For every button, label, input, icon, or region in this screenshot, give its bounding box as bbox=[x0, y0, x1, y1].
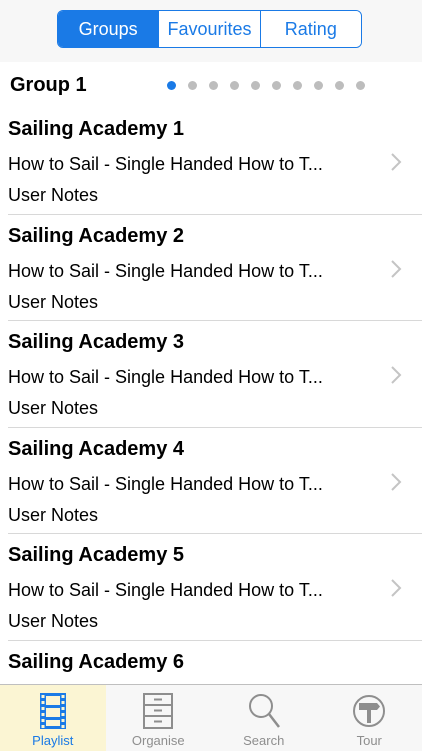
signpost-icon bbox=[351, 691, 387, 731]
item-notes: User Notes bbox=[8, 185, 98, 206]
tab-playlist[interactable]: Playlist bbox=[0, 685, 106, 751]
page-dot bbox=[167, 81, 176, 90]
page-dot bbox=[209, 81, 218, 90]
list-item[interactable]: Sailing Academy 4 How to Sail - Single H… bbox=[8, 428, 422, 535]
item-title: Sailing Academy 2 bbox=[8, 225, 184, 248]
page-dot bbox=[188, 81, 197, 90]
item-subtitle: How to Sail - Single Handed How to T... bbox=[8, 154, 353, 175]
segmented-control: Groups Favourites Rating bbox=[57, 10, 362, 48]
item-title: Sailing Academy 4 bbox=[8, 438, 184, 461]
segment-bar: Groups Favourites Rating bbox=[0, 0, 422, 62]
item-title: Sailing Academy 6 bbox=[8, 651, 184, 674]
segment-groups[interactable]: Groups bbox=[58, 11, 158, 47]
chevron-right-icon bbox=[388, 259, 404, 279]
item-title: Sailing Academy 3 bbox=[8, 331, 184, 354]
item-title: Sailing Academy 5 bbox=[8, 544, 184, 567]
page-dot bbox=[251, 81, 260, 90]
tab-search[interactable]: Search bbox=[211, 685, 317, 751]
chevron-right-icon bbox=[388, 578, 404, 598]
cabinet-icon bbox=[141, 691, 175, 731]
search-icon bbox=[246, 691, 282, 731]
page-dot bbox=[356, 81, 365, 90]
chevron-right-icon bbox=[388, 365, 404, 385]
page-dot bbox=[335, 81, 344, 90]
list-item[interactable]: Sailing Academy 3 How to Sail - Single H… bbox=[8, 321, 422, 428]
list-item[interactable]: Sailing Academy 5 How to Sail - Single H… bbox=[8, 534, 422, 641]
page-dot bbox=[230, 81, 239, 90]
tab-label: Organise bbox=[132, 733, 185, 748]
chevron-right-icon bbox=[388, 152, 404, 172]
page-dot bbox=[293, 81, 302, 90]
item-title: Sailing Academy 1 bbox=[8, 118, 184, 141]
list-item[interactable]: Sailing Academy 1 How to Sail - Single H… bbox=[8, 108, 422, 215]
segment-favourites[interactable]: Favourites bbox=[158, 11, 259, 47]
page-dot bbox=[272, 81, 281, 90]
tab-label: Search bbox=[243, 733, 284, 748]
segment-rating[interactable]: Rating bbox=[260, 11, 361, 47]
item-notes: User Notes bbox=[8, 398, 98, 419]
item-notes: User Notes bbox=[8, 611, 98, 632]
item-notes: User Notes bbox=[8, 505, 98, 526]
group-header: Group 1 bbox=[0, 62, 422, 108]
item-notes: User Notes bbox=[8, 292, 98, 313]
tab-bar: Playlist Organise Search Tour bbox=[0, 684, 422, 751]
item-subtitle: How to Sail - Single Handed How to T... bbox=[8, 367, 353, 388]
tab-tour[interactable]: Tour bbox=[317, 685, 422, 751]
playlist-list: Sailing Academy 1 How to Sail - Single H… bbox=[0, 108, 422, 747]
list-item[interactable]: Sailing Academy 2 How to Sail - Single H… bbox=[8, 215, 422, 322]
chevron-right-icon bbox=[388, 472, 404, 492]
page-indicator[interactable] bbox=[167, 81, 365, 90]
item-subtitle: How to Sail - Single Handed How to T... bbox=[8, 474, 353, 495]
group-title: Group 1 bbox=[10, 74, 87, 97]
item-subtitle: How to Sail - Single Handed How to T... bbox=[8, 580, 353, 601]
film-icon bbox=[36, 691, 70, 731]
tab-label: Tour bbox=[357, 733, 382, 748]
page-dot bbox=[314, 81, 323, 90]
item-subtitle: How to Sail - Single Handed How to T... bbox=[8, 261, 353, 282]
tab-organise[interactable]: Organise bbox=[106, 685, 212, 751]
tab-label: Playlist bbox=[32, 733, 73, 748]
